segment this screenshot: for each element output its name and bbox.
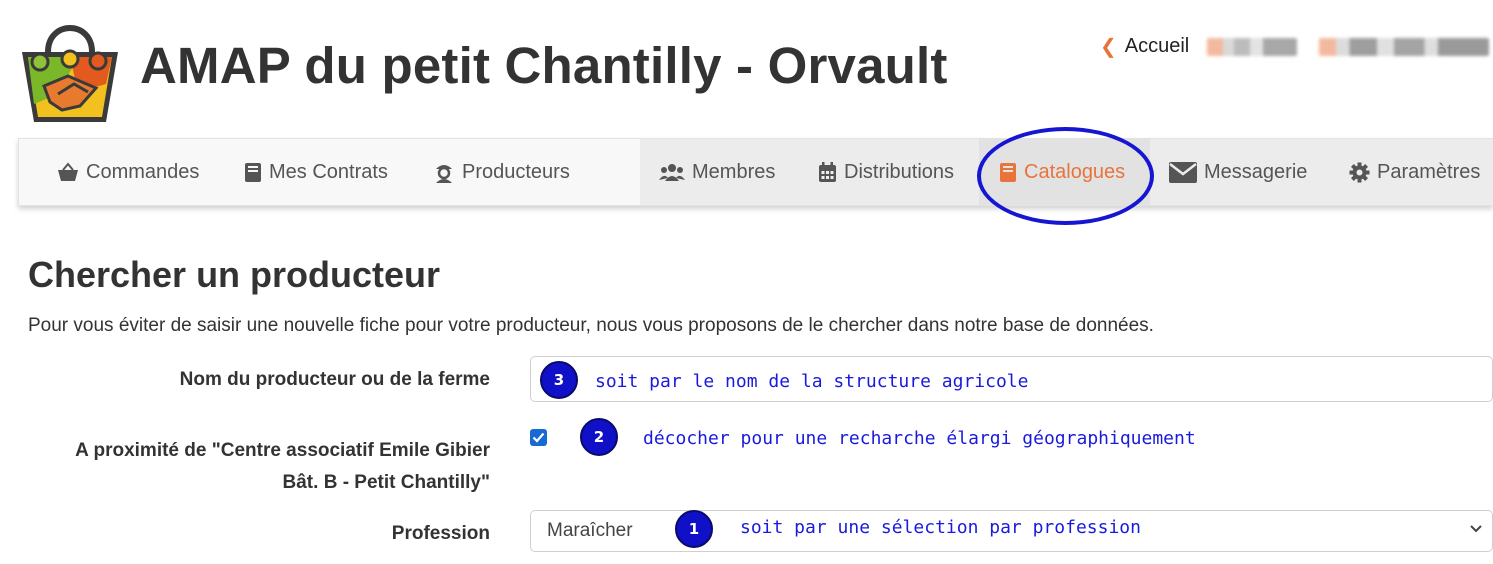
site-title: AMAP du petit Chantilly - Orvault <box>140 37 948 94</box>
proximity-label-line2: Bât. B - Petit Chantilly" <box>282 472 490 493</box>
nav-mes-contrats[interactable]: Mes Contrats <box>244 139 388 205</box>
page-title: Chercher un producteur <box>28 254 441 295</box>
chevron-down-icon <box>1470 525 1482 533</box>
nav-label: Mes Contrats <box>269 160 388 183</box>
nav-parametres[interactable]: Paramètres <box>1349 139 1480 205</box>
annotation-badge-1: 1 <box>675 510 713 548</box>
profession-label: Profession <box>391 523 490 544</box>
check-icon <box>532 432 545 443</box>
proximity-label: A proximité de "Centre associatif Emile … <box>75 435 490 499</box>
annotation-text-2: décocher pour une recharche élargi géogr… <box>643 428 1196 449</box>
nav-label: Membres <box>692 160 776 183</box>
farmer-icon <box>436 165 452 183</box>
profession-selected-value: Maraîcher <box>547 520 633 541</box>
intro-text: Pour vous éviter de saisir une nouvelle … <box>28 315 1154 336</box>
annotation-text-1: soit par une sélection par profession <box>740 517 1141 538</box>
nav-commandes[interactable]: Commandes <box>57 139 199 205</box>
nav-label: Commandes <box>86 160 200 183</box>
main-navbar: Commandes Mes Contrats Producteurs Membr… <box>18 138 1493 206</box>
nav-distributions[interactable]: Distributions <box>818 139 954 205</box>
nav-membres[interactable]: Membres <box>659 139 775 205</box>
basket-icon <box>58 162 78 181</box>
home-link[interactable]: Accueil <box>1125 35 1189 58</box>
envelope-icon <box>1169 161 1197 183</box>
calendar-icon <box>819 161 836 182</box>
annotation-badge-3: 3 <box>540 361 578 399</box>
user-name-redacted[interactable] <box>1207 37 1298 56</box>
proximity-label-line1: A proximité de "Centre associatif Emile … <box>75 440 490 461</box>
top-links: ❮ Accueil <box>1100 34 1490 59</box>
nav-label: Producteurs <box>462 160 570 183</box>
users-icon <box>659 164 685 181</box>
annotation-badge-2: 2 <box>580 418 618 456</box>
amap-logo[interactable] <box>18 14 122 128</box>
gear-icon <box>1349 162 1370 182</box>
chevron-left-icon: ❮ <box>1100 36 1117 58</box>
nav-messagerie[interactable]: Messagerie <box>1169 139 1307 205</box>
catalogues-highlight-oval <box>977 127 1154 225</box>
nav-label: Paramètres <box>1377 160 1481 183</box>
annotation-text-3: soit par le nom de la structure agricole <box>595 371 1029 392</box>
book-icon <box>245 162 261 182</box>
user-account-redacted[interactable] <box>1319 37 1490 56</box>
nav-label: Distributions <box>844 160 955 183</box>
nav-label: Messagerie <box>1204 160 1308 183</box>
nav-producteurs[interactable]: Producteurs <box>433 139 570 205</box>
producer-name-label: Nom du producteur ou de la ferme <box>179 369 490 390</box>
proximity-checkbox[interactable] <box>530 429 547 446</box>
